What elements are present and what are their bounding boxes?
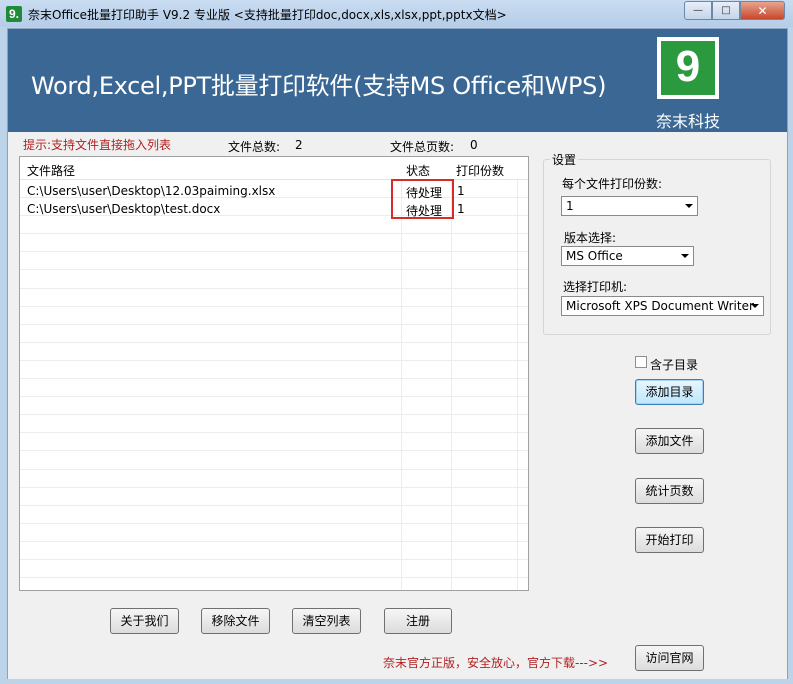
row-copies: 1 xyxy=(457,202,465,216)
row-divider xyxy=(20,577,528,578)
row-copies: 1 xyxy=(457,184,465,198)
include-subdir-checkbox[interactable] xyxy=(635,356,647,368)
row-divider xyxy=(20,324,528,325)
column-header-status[interactable]: 状态 xyxy=(406,162,430,179)
file-list[interactable]: 文件路径 状态 打印份数 C:\Users\user\Desktop\12.03… xyxy=(19,156,529,591)
column-header-path[interactable]: 文件路径 xyxy=(27,162,75,179)
main-window: Word,Excel,PPT批量打印软件(支持MS Office和WPS) 9 … xyxy=(7,28,788,680)
row-path: C:\Users\user\Desktop\12.03paiming.xlsx xyxy=(27,184,276,198)
printer-label: 选择打印机: xyxy=(563,280,628,294)
total-pages-label: 文件总页数: xyxy=(390,140,455,154)
row-divider xyxy=(20,378,528,379)
row-divider xyxy=(20,269,528,270)
copies-select-value: 1 xyxy=(566,199,574,213)
column-divider xyxy=(517,157,518,590)
row-divider xyxy=(20,559,528,560)
column-divider xyxy=(451,157,452,590)
row-divider xyxy=(20,541,528,542)
minimize-icon: — xyxy=(693,5,703,16)
row-divider xyxy=(20,288,528,289)
row-divider xyxy=(20,432,528,433)
column-header-copies[interactable]: 打印份数 xyxy=(456,162,504,179)
maximize-icon: □ xyxy=(721,5,731,16)
official-notice: 奈末官方正版，安全放心，官方下载--->> xyxy=(383,656,609,670)
printer-select[interactable]: Microsoft XPS Document Writer xyxy=(561,296,764,316)
table-header: 文件路径 状态 打印份数 xyxy=(20,157,528,180)
row-divider xyxy=(20,450,528,451)
close-icon: ✕ xyxy=(757,3,768,18)
total-files-value: 2 xyxy=(295,138,303,152)
row-divider xyxy=(20,251,528,252)
version-select[interactable]: MS Office xyxy=(561,246,694,266)
app-icon: 9. xyxy=(6,6,22,22)
row-path: C:\Users\user\Desktop\test.docx xyxy=(27,202,221,216)
row-divider xyxy=(20,306,528,307)
logo-text: 奈末科技 xyxy=(656,112,721,131)
title-bar: 9. 奈末Office批量打印助手 V9.2 专业版 <支持批量打印doc,do… xyxy=(0,0,793,27)
copies-label: 每个文件打印份数: xyxy=(562,177,663,191)
close-button[interactable]: ✕ xyxy=(740,1,785,20)
window-title: 奈末Office批量打印助手 V9.2 专业版 <支持批量打印doc,docx,… xyxy=(28,8,507,22)
copies-select[interactable]: 1 xyxy=(561,196,698,216)
visit-website-button[interactable]: 访问官网 xyxy=(635,645,704,671)
total-pages-value: 0 xyxy=(470,138,478,152)
clear-list-button[interactable]: 清空列表 xyxy=(292,608,361,634)
maximize-button[interactable]: □ xyxy=(712,1,740,20)
about-us-button[interactable]: 关于我们 xyxy=(110,608,179,634)
add-file-button[interactable]: 添加文件 xyxy=(635,428,704,454)
add-directory-button[interactable]: 添加目录 xyxy=(635,379,704,405)
chevron-down-icon xyxy=(751,304,759,308)
start-print-button[interactable]: 开始打印 xyxy=(635,527,704,553)
logo-mark: 9 xyxy=(661,41,715,95)
column-divider xyxy=(401,157,402,590)
row-divider xyxy=(20,505,528,506)
register-button[interactable]: 注册 xyxy=(384,608,452,634)
row-divider xyxy=(20,487,528,488)
include-subdir-label: 含子目录 xyxy=(650,358,699,372)
count-pages-button[interactable]: 统计页数 xyxy=(635,478,704,504)
version-select-value: MS Office xyxy=(566,249,623,263)
version-label: 版本选择: xyxy=(564,231,617,245)
header-title: Word,Excel,PPT批量打印软件(支持MS Office和WPS) xyxy=(31,72,607,100)
printer-select-value: Microsoft XPS Document Writer xyxy=(566,299,754,313)
row-divider xyxy=(20,414,528,415)
row-divider xyxy=(20,396,528,397)
total-files-label: 文件总数: xyxy=(228,140,281,154)
row-divider xyxy=(20,523,528,524)
chevron-down-icon xyxy=(681,254,689,258)
window-bottom-border xyxy=(0,679,793,684)
header-banner: Word,Excel,PPT批量打印软件(支持MS Office和WPS) 9 … xyxy=(8,29,787,132)
row-divider xyxy=(20,233,528,234)
drag-hint: 提示:支持文件直接拖入列表 xyxy=(23,138,172,152)
settings-group-title: 设置 xyxy=(550,151,579,168)
window-controls: — □ ✕ xyxy=(684,1,785,20)
row-divider xyxy=(20,360,528,361)
status-highlight-box xyxy=(391,179,454,219)
remove-file-button[interactable]: 移除文件 xyxy=(201,608,270,634)
company-logo: 9 xyxy=(657,37,719,99)
row-divider xyxy=(20,342,528,343)
row-divider xyxy=(20,469,528,470)
minimize-button[interactable]: — xyxy=(684,1,712,20)
chevron-down-icon xyxy=(685,204,693,208)
